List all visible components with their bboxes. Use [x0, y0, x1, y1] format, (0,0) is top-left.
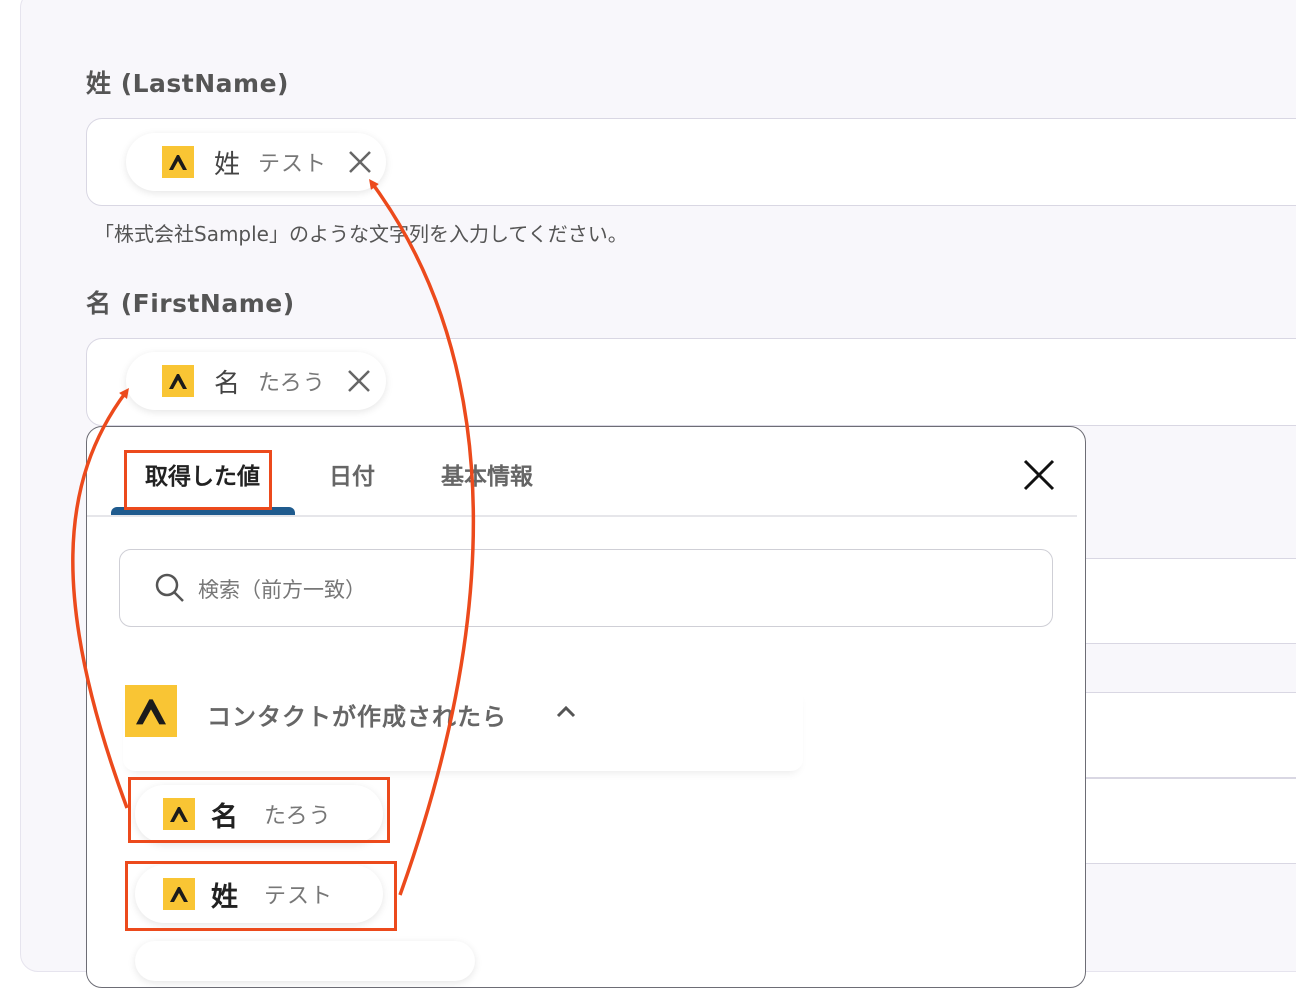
arrow-to-lastname — [369, 178, 476, 896]
annotation-arrows — [71, 178, 476, 896]
arrow-to-firstname — [71, 387, 129, 809]
